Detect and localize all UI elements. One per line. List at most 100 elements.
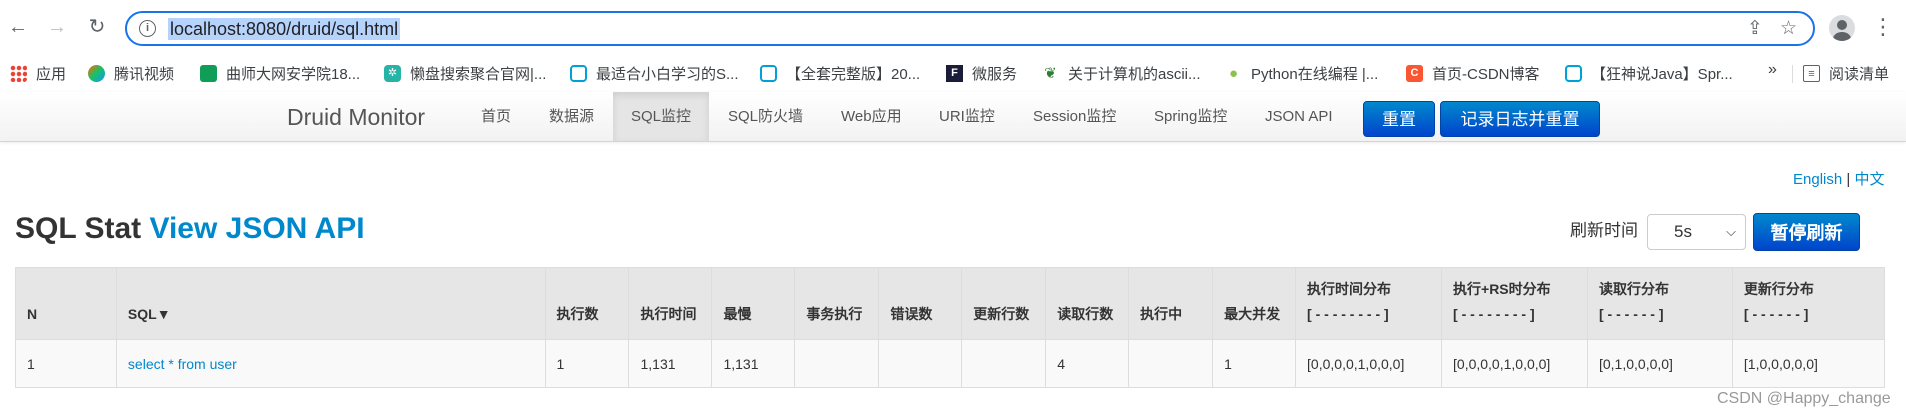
bookmark-label: Python在线编程 |... (1251, 65, 1379, 83)
bookmark-label: 关于计算机的ascii... (1068, 65, 1201, 83)
col-header-update-rows[interactable]: 更新行数 (961, 267, 1046, 340)
col-header-update-hist: 更新行分布 [ - - - - - - ] (1731, 267, 1885, 340)
col-header-max-concurrent[interactable]: 最大并发 (1212, 267, 1296, 340)
header-label: 执行中 (1140, 306, 1183, 322)
header-label: N (27, 306, 38, 322)
col-header-read-rows[interactable]: 读取行数 (1045, 267, 1129, 340)
header-label: 执行+RS时分布 (1453, 281, 1551, 297)
kebab-menu-icon[interactable]: ⋮ (1872, 14, 1894, 40)
cell-errors (878, 339, 962, 388)
bookmark-bili-3[interactable]: 【狂神说Java】Spr... (1565, 61, 1733, 85)
site-info-icon[interactable]: i (139, 20, 156, 37)
cell-read-hist: [0,1,0,0,0,0] (1586, 339, 1733, 388)
cell-update-hist: [1,0,0,0,0,0] (1731, 339, 1885, 388)
cell-exec-rs-hist: [0,0,0,0,1,0,0,0] (1441, 339, 1588, 388)
reading-list-icon: ≡ (1803, 64, 1820, 82)
bookmarks-bar: 应用 腾讯视频 曲师大网安学院18... ✲ 懒盘搜索聚合官网|... 最适合小… (0, 57, 1906, 89)
bookmark-label: 腾讯视频 (114, 65, 175, 83)
bookmark-label: 懒盘搜索聚合官网|... (410, 65, 547, 83)
cell-max-concurrent: 1 (1212, 339, 1296, 388)
page-title-text: SQL Stat (15, 212, 142, 245)
col-header-exec-time[interactable]: 执行时间 (628, 267, 712, 340)
browser-toolbar: ← → ↻ i localhost:8080/druid/sql.html ⇪ … (0, 0, 1906, 57)
nav-spring-monitor[interactable]: Spring监控 (1136, 92, 1245, 141)
bookmark-tencent-video[interactable]: 腾讯视频 (88, 61, 174, 85)
sheets-icon (200, 64, 217, 82)
cell-slowest: 1,131 (711, 339, 795, 388)
col-header-n[interactable]: N (15, 267, 117, 340)
cell-exec-time: 1,131 (628, 339, 712, 388)
sql-detail-link[interactable]: select * from user (128, 356, 237, 372)
page-title: SQL Stat View JSON API (15, 211, 365, 247)
col-header-sql[interactable]: SQL▼ (115, 267, 546, 340)
forward-arrow-icon[interactable]: → (44, 14, 70, 40)
lang-english-link[interactable]: English (1793, 171, 1842, 188)
bookmark-label: 微服务 (972, 65, 1018, 83)
col-header-exec-time-hist: 执行时间分布 [ - - - - - - - - ] (1295, 267, 1442, 340)
brand-title[interactable]: Druid Monitor (287, 104, 425, 130)
csdn-watermark: CSDN @Happy_change (1717, 390, 1891, 407)
reading-list-button[interactable]: ≡ 阅读清单 (1803, 61, 1889, 85)
bookmark-python[interactable]: ● Python在线编程 |... (1225, 61, 1378, 85)
col-header-exec-rs-hist: 执行+RS时分布 [ - - - - - - - - ] (1441, 267, 1588, 340)
col-header-txn-exec[interactable]: 事务执行 (794, 267, 879, 340)
header-label: 更新行分布 (1743, 281, 1814, 297)
header-label: 更新行数 (973, 306, 1030, 322)
url-text[interactable]: localhost:8080/druid/sql.html (168, 18, 401, 40)
nav-json-api[interactable]: JSON API (1247, 92, 1351, 141)
cell-n: 1 (15, 339, 117, 388)
lang-chinese-link[interactable]: 中文 (1854, 171, 1884, 188)
bookmark-search-site[interactable]: ✲ 懒盘搜索聚合官网|... (384, 61, 546, 85)
reload-icon[interactable]: ↻ (84, 14, 110, 40)
chevron-down-icon: ⌵ (1726, 224, 1736, 239)
col-header-read-hist: 读取行分布 [ - - - - - - ] (1586, 267, 1733, 340)
share-icon[interactable]: ⇪ (1747, 18, 1763, 40)
col-header-slowest[interactable]: 最慢 (711, 267, 795, 340)
nav-uri-monitor[interactable]: URI监控 (921, 92, 1013, 141)
nav-sql-firewall[interactable]: SQL防火墙 (710, 92, 821, 141)
gear-site-icon: ✲ (384, 64, 401, 82)
header-label: 最慢 (723, 306, 752, 322)
pause-refresh-button[interactable]: 暂停刷新 (1753, 213, 1860, 251)
bookmark-apps[interactable]: 应用 (10, 61, 66, 85)
header-label: 最大并发 (1224, 306, 1281, 322)
nav-web-app[interactable]: Web应用 (823, 92, 920, 141)
header-label: 读取行分布 (1598, 281, 1669, 297)
bookmark-school-sheet[interactable]: 曲师大网安学院18... (200, 61, 360, 85)
profile-avatar-icon[interactable] (1829, 15, 1855, 41)
header-label: 错误数 (890, 306, 933, 322)
address-bar[interactable]: i localhost:8080/druid/sql.html ⇪ ☆ (125, 11, 1815, 46)
bookmark-ascii[interactable]: ❦ 关于计算机的ascii... (1042, 61, 1201, 85)
bilibili-icon (760, 64, 777, 82)
cell-sql: select * from user (115, 339, 546, 388)
col-header-running[interactable]: 执行中 (1128, 267, 1213, 340)
bookmark-bili-1[interactable]: 最适合小白学习的S... (570, 61, 739, 85)
nav-sql-monitor[interactable]: SQL监控 (613, 92, 710, 141)
back-arrow-icon[interactable]: ← (5, 14, 31, 40)
nav-datasource[interactable]: 数据源 (531, 92, 612, 141)
header-sublabel: [ - - - - - - ] (1743, 306, 1809, 322)
view-json-api-link[interactable]: View JSON API (149, 212, 364, 245)
header-label: 执行数 (556, 306, 599, 322)
bookmark-label: 应用 (36, 65, 67, 83)
table-row: 1 select * from user 1 1,131 1,131 4 1 [… (15, 339, 1885, 388)
log-and-reset-button[interactable]: 记录日志并重置 (1440, 101, 1600, 137)
bookmark-star-icon[interactable]: ☆ (1780, 18, 1797, 40)
header-label: 读取行数 (1057, 306, 1114, 322)
bilibili-icon (1565, 64, 1582, 82)
bookmark-label: 【全套完整版】20... (786, 65, 921, 83)
refresh-interval-select[interactable]: 5s ⌵ (1647, 214, 1746, 250)
reading-list-label: 阅读清单 (1829, 65, 1890, 83)
cell-exec-time-hist: [0,0,0,0,1,0,0,0] (1295, 339, 1442, 388)
nav-home[interactable]: 首页 (463, 92, 529, 141)
col-header-exec-count[interactable]: 执行数 (544, 267, 629, 340)
bookmarks-overflow-button[interactable]: » (1768, 61, 1777, 79)
bookmark-csdn[interactable]: C 首页-CSDN博客 (1406, 61, 1540, 85)
druid-navbar: Druid Monitor 首页 数据源 SQL监控 SQL防火墙 Web应用 … (0, 92, 1906, 142)
nav-session-monitor[interactable]: Session监控 (1015, 92, 1134, 141)
col-header-errors[interactable]: 错误数 (878, 267, 962, 340)
reset-button[interactable]: 重置 (1363, 101, 1435, 137)
bookmark-bili-2[interactable]: 【全套完整版】20... (760, 61, 920, 85)
bookmark-microservice[interactable]: F 微服务 (946, 61, 1017, 85)
header-sublabel: [ - - - - - - - - ] (1453, 306, 1535, 322)
